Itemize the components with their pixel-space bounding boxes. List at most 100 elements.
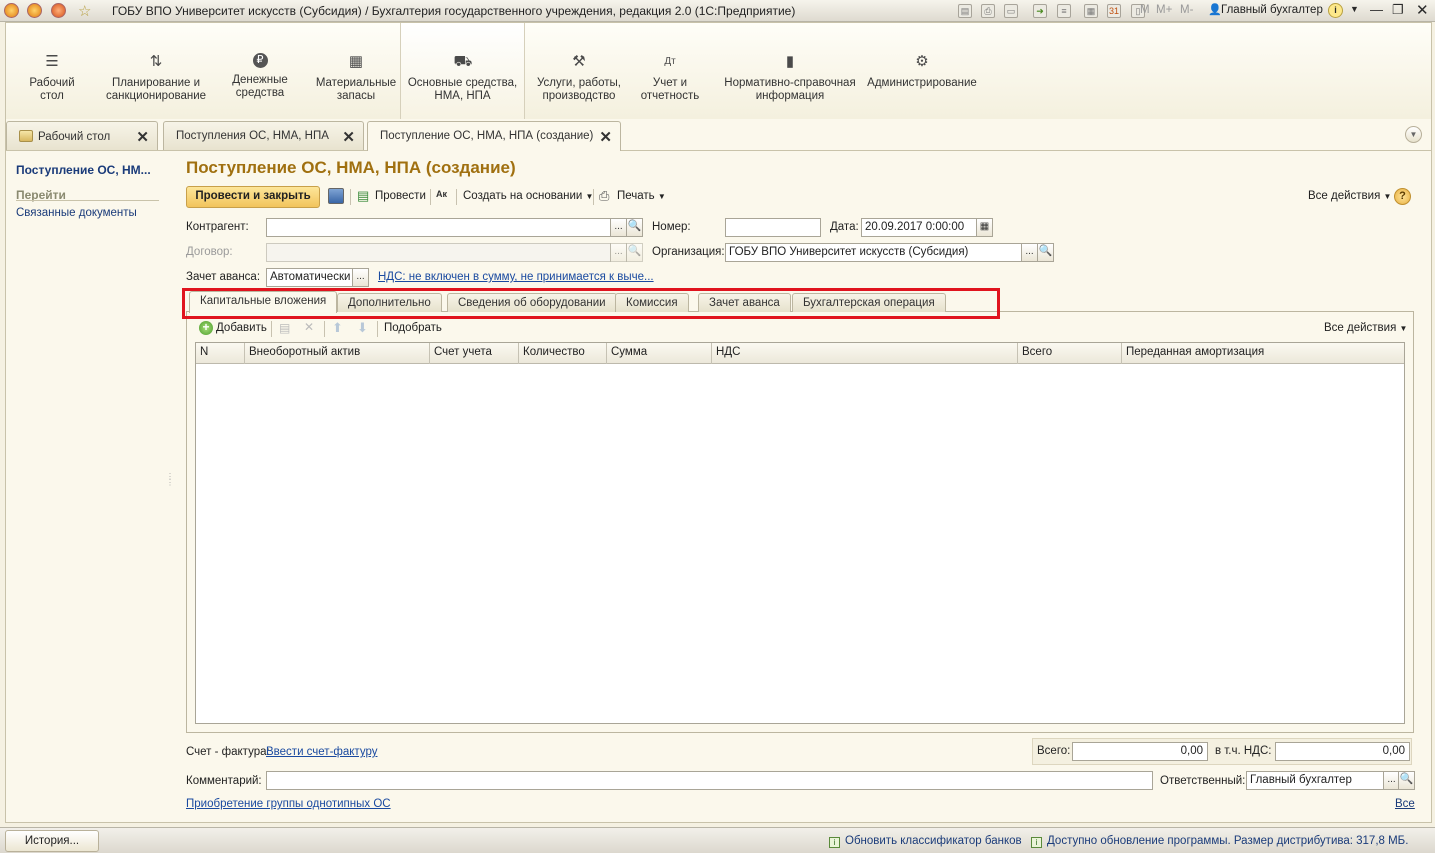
organization-input[interactable]: ГОБУ ВПО Университет искусств (Субсидия): [725, 243, 1022, 262]
post-and-close-button[interactable]: Провести и закрыть: [186, 186, 320, 208]
history-button[interactable]: История...: [5, 830, 99, 852]
responsible-search-icon[interactable]: 🔍: [1398, 771, 1415, 790]
close-tab-icon[interactable]: ✕: [342, 128, 355, 146]
delete-icon[interactable]: ✕: [304, 320, 314, 334]
chevron-down-icon[interactable]: ▼: [1350, 4, 1359, 14]
comment-input[interactable]: [266, 771, 1153, 790]
favorites-star-icon[interactable]: ☆: [78, 2, 91, 20]
counterparty-input[interactable]: [266, 218, 611, 237]
column-header-total[interactable]: Всего: [1018, 343, 1122, 364]
title-bar: ☆ ГОБУ ВПО Университет искусств (Субсиди…: [0, 0, 1435, 22]
calendar-icon[interactable]: ▦: [976, 218, 993, 237]
maximize-icon[interactable]: ❐: [1392, 2, 1404, 18]
column-header-account[interactable]: Счет учета: [430, 343, 519, 364]
vat-link[interactable]: НДС: не включен в сумму, не принимается …: [378, 271, 654, 283]
window-title: ГОБУ ВПО Университет искусств (Субсидия)…: [112, 4, 796, 18]
advance-offset-input[interactable]: Автоматически: [266, 268, 353, 287]
history-icon[interactable]: [51, 3, 66, 18]
close-tab-icon[interactable]: ✕: [599, 128, 612, 146]
chevron-down-icon: ▼: [1383, 192, 1392, 201]
tab-desktop[interactable]: Рабочий стол ✕: [6, 121, 158, 150]
go-icon[interactable]: ➜: [1033, 4, 1047, 18]
all-actions-button[interactable]: Все действия ▼: [1308, 190, 1391, 202]
add-row-button[interactable]: Добавить: [216, 322, 267, 334]
counterparty-search-icon[interactable]: 🔍: [626, 218, 643, 237]
ruble-icon: ₽: [252, 53, 268, 68]
invoice-link[interactable]: Ввести счет-фактуру: [266, 746, 377, 758]
menu-icon[interactable]: [27, 3, 42, 18]
splitter-handle[interactable]: ⋮ ⋮: [166, 473, 174, 500]
status-program-update[interactable]: i Доступно обновление программы. Размер д…: [1031, 835, 1408, 848]
move-up-icon[interactable]: ⬆: [332, 320, 343, 336]
total-value: 0,00: [1072, 742, 1208, 761]
section-references[interactable]: ▮ Нормативно-справочная информация: [722, 23, 858, 119]
table-all-actions-button[interactable]: Все действия ▼: [1324, 322, 1407, 334]
minimize-icon[interactable]: —: [1370, 2, 1383, 17]
post-button[interactable]: Провести: [375, 190, 426, 202]
app-logo-icon[interactable]: [4, 3, 19, 18]
save-icon[interactable]: ▤: [958, 4, 972, 18]
memory-mminus-button[interactable]: M-: [1180, 4, 1193, 16]
preview-icon[interactable]: ▭: [1004, 4, 1018, 18]
section-services[interactable]: ⚒ Услуги, работы, производство: [529, 23, 629, 119]
date-input[interactable]: 20.09.2017 0:00:00: [861, 218, 977, 237]
memory-mplus-button[interactable]: M+: [1156, 4, 1172, 16]
info-icon[interactable]: i: [1328, 3, 1343, 18]
organization-select-button[interactable]: ...: [1021, 243, 1038, 262]
memory-m-button[interactable]: M: [1140, 4, 1150, 16]
print-icon[interactable]: ⎙: [599, 188, 609, 204]
counterparty-select-button[interactable]: ...: [610, 218, 627, 237]
post-icon[interactable]: ▤: [357, 188, 369, 204]
pick-button[interactable]: Подобрать: [384, 322, 442, 334]
column-header-sum[interactable]: Сумма: [607, 343, 712, 364]
advance-offset-select-button[interactable]: ...: [352, 268, 369, 287]
assets-table[interactable]: N Внеоборотный актив Счет учета Количест…: [195, 342, 1405, 724]
column-header-n[interactable]: N: [196, 343, 245, 364]
tabs-dropdown-icon[interactable]: ▼: [1405, 126, 1422, 143]
toolbar-separator: [324, 321, 325, 337]
column-header-depreciation[interactable]: Переданная амортизация: [1122, 343, 1404, 364]
column-header-asset[interactable]: Внеоборотный актив: [245, 343, 430, 364]
dtkt-icon[interactable]: Ак: [436, 189, 447, 199]
current-user[interactable]: Главный бухгалтер: [1221, 4, 1323, 16]
doc-icon[interactable]: ≡: [1057, 4, 1071, 18]
section-materials[interactable]: ▦ Материальные запасы: [308, 23, 404, 119]
contract-input[interactable]: [266, 243, 611, 262]
nav-link-related-docs[interactable]: Связанные документы: [16, 207, 137, 219]
section-desktop[interactable]: ☰ Рабочий стол: [12, 23, 92, 119]
responsible-input[interactable]: Главный бухгалтер: [1246, 771, 1385, 790]
contract-select-button[interactable]: ...: [610, 243, 627, 262]
number-input[interactable]: [725, 218, 821, 237]
total-label: Всего:: [1037, 745, 1071, 757]
organization-search-icon[interactable]: 🔍: [1037, 243, 1054, 262]
books-icon: ▮: [785, 53, 795, 70]
acquire-group-link[interactable]: Приобретение группы однотипных ОС: [186, 798, 391, 810]
create-based-on-button[interactable]: Создать на основании ▼: [463, 190, 593, 202]
column-header-vat[interactable]: НДС: [712, 343, 1018, 364]
section-money[interactable]: ₽ Денежные средства: [220, 23, 300, 119]
print-icon[interactable]: ⎙: [981, 4, 995, 18]
close-icon[interactable]: ✕: [1416, 1, 1429, 19]
toolbar-separator: [456, 189, 457, 205]
section-admin[interactable]: ⚙ Администрирование: [866, 23, 978, 119]
toolbar-separator: [430, 189, 431, 205]
copy-icon[interactable]: ▤: [279, 321, 290, 335]
tab-receipt-create[interactable]: Поступление ОС, НМА, НПА (создание) ✕: [367, 121, 621, 151]
close-tab-icon[interactable]: ✕: [136, 128, 149, 146]
section-planning[interactable]: ⇅ Планирование и санкционирование: [102, 23, 210, 119]
save-icon[interactable]: [328, 188, 344, 204]
calc-icon[interactable]: ▦: [1084, 4, 1098, 18]
section-fixed-assets[interactable]: ⛟ Основные средства, НМА, НПА: [400, 23, 525, 119]
status-update-banks[interactable]: i Обновить классификатор банков: [829, 835, 1022, 848]
section-reporting[interactable]: Дт Учет и отчетность: [634, 23, 706, 119]
all-link[interactable]: Все: [1395, 798, 1415, 810]
print-button[interactable]: Печать ▼: [617, 190, 666, 202]
column-header-quantity[interactable]: Количество: [519, 343, 607, 364]
add-icon[interactable]: +: [199, 321, 213, 335]
contract-search-icon[interactable]: 🔍: [626, 243, 643, 262]
move-down-icon[interactable]: ⬇: [357, 320, 368, 336]
help-icon[interactable]: ?: [1394, 188, 1411, 205]
calendar-icon[interactable]: 31: [1107, 4, 1121, 18]
nav-document-name[interactable]: Поступление ОС, НМ...: [16, 163, 151, 177]
tab-receipts-list[interactable]: Поступления ОС, НМА, НПА ✕: [163, 121, 364, 150]
